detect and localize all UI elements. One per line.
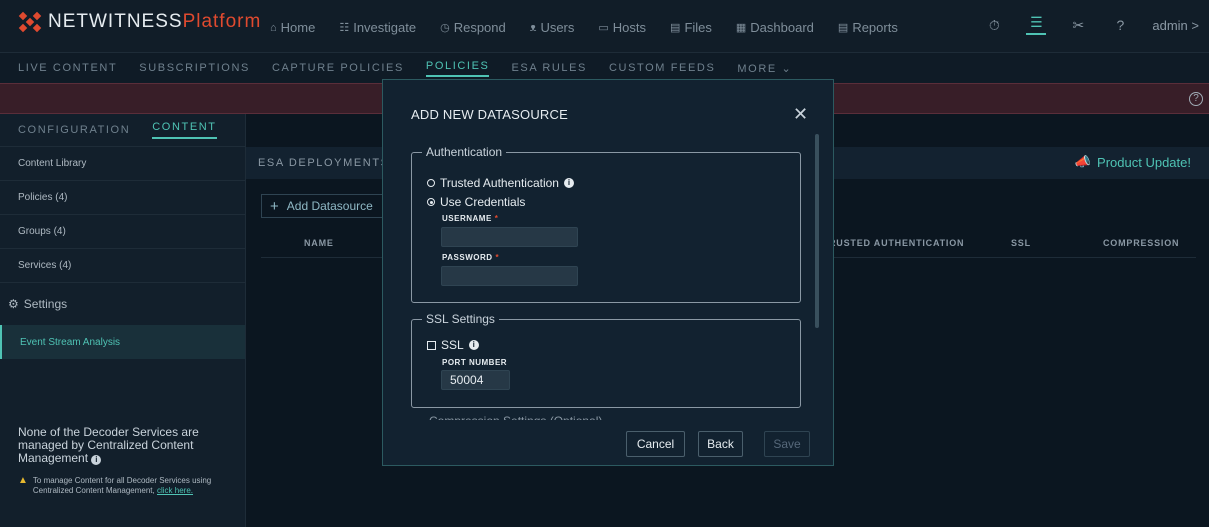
tab-configuration[interactable]: CONFIGURATION: [18, 124, 130, 136]
cc-management-note: None of the Decoder Services are managed…: [18, 425, 199, 465]
info-icon[interactable]: i: [91, 455, 102, 465]
dashboard-icon: ▦: [735, 22, 747, 34]
netwitness-logo[interactable]: NETWITNESSPlatform: [18, 11, 261, 33]
save-button[interactable]: Save: [764, 431, 810, 457]
investigate-icon: ☷: [339, 22, 350, 34]
dialog-title: ADD NEW DATASOURCE: [411, 107, 568, 122]
username-field[interactable]: [441, 227, 578, 247]
sidebar-item-policies[interactable]: Policies (4): [0, 181, 245, 215]
netwitness-logo-icon: [18, 11, 42, 33]
nav-hosts[interactable]: ▭ Hosts: [598, 20, 646, 35]
megaphone-icon: 📣: [1074, 154, 1092, 169]
port-number-label: PORT NUMBER: [442, 358, 508, 367]
sidebar-item-services[interactable]: Services (4): [0, 249, 245, 283]
password-field[interactable]: [441, 266, 578, 286]
nav-investigate[interactable]: ☷ Investigate: [339, 20, 416, 35]
reports-icon: ▤: [837, 22, 849, 34]
info-icon[interactable]: i: [468, 340, 479, 350]
column-header-trusted-auth[interactable]: RUSTED AUTHENTICATION: [829, 238, 964, 248]
top-right-tools: ⏱ ☰ ✂ ? admin >: [984, 14, 1199, 35]
close-icon[interactable]: ✕: [793, 104, 808, 125]
nav-home[interactable]: ⌂ Home: [270, 20, 315, 35]
radio-trusted-auth[interactable]: [427, 179, 435, 187]
ssl-option[interactable]: SSL i: [427, 338, 479, 352]
ssl-checkbox[interactable]: [427, 340, 436, 350]
use-credentials-option[interactable]: Use Credentials: [427, 195, 525, 209]
timer-icon[interactable]: ⏱: [984, 15, 1004, 35]
trusted-authentication-option[interactable]: Trusted Authentication i: [427, 176, 574, 190]
help-circle-icon[interactable]: ?: [1189, 92, 1203, 106]
subnav-policies[interactable]: POLICIES: [425, 60, 490, 77]
subnav-esa-rules[interactable]: ESA RULES: [511, 62, 587, 74]
subnav-custom-feeds[interactable]: CUSTOM FEEDS: [609, 62, 715, 74]
respond-icon: ◷: [440, 22, 450, 34]
subnav-live-content[interactable]: LIVE CONTENT: [18, 62, 117, 74]
esa-deployments-title: ESA DEPLOYMENTS: [258, 157, 390, 169]
hosts-icon: ▭: [598, 22, 609, 34]
cc-management-subnote: ▲ To manage Content for all Decoder Serv…: [18, 475, 212, 496]
sidebar-item-content-library[interactable]: Content Library: [0, 147, 245, 181]
column-header-ssl[interactable]: SSL: [1011, 238, 1031, 248]
username-label: USERNAME *: [442, 214, 499, 223]
nav-users[interactable]: ᴥ Users: [530, 20, 575, 35]
add-datasource-dialog: ADD NEW DATASOURCE ✕ Authentication Trus…: [382, 79, 834, 466]
users-icon: ᴥ: [529, 21, 537, 34]
sidebar-settings[interactable]: ⚙ Settings: [0, 283, 245, 325]
dialog-scrollbar[interactable]: [815, 134, 819, 328]
subnav-subscriptions[interactable]: SUBSCRIPTIONS: [139, 62, 250, 74]
sidebar: CONFIGURATION CONTENT Content Library Po…: [0, 114, 246, 527]
nav-dashboard[interactable]: ▦ Dashboard: [736, 20, 814, 35]
nav-files[interactable]: ▤ Files: [670, 20, 712, 35]
warning-icon: ▲: [18, 475, 28, 486]
brand-name: NETWITNESSPlatform: [48, 11, 262, 32]
add-datasource-button[interactable]: + Add Datasource: [261, 194, 391, 218]
sidebar-item-groups[interactable]: Groups (4): [0, 215, 245, 249]
subnav-more[interactable]: MORE ⌄: [737, 62, 792, 75]
column-header-compression[interactable]: COMPRESSION: [1103, 238, 1179, 248]
top-bar: NETWITNESSPlatform ⌂ Home ☷ Investigate ◷ R…: [0, 0, 1209, 53]
tools-icon[interactable]: ✂: [1068, 15, 1088, 35]
password-label: PASSWORD *: [442, 253, 500, 262]
admin-config-icon[interactable]: ☰: [1026, 14, 1047, 35]
nav-reports[interactable]: ▤ Reports: [838, 20, 898, 35]
info-icon[interactable]: i: [563, 178, 574, 188]
radio-use-credentials[interactable]: [427, 198, 435, 206]
plus-icon: +: [270, 197, 279, 215]
home-icon: ⌂: [270, 21, 277, 34]
back-button[interactable]: Back: [698, 431, 743, 457]
subnav-capture-policies[interactable]: CAPTURE POLICIES: [272, 62, 404, 74]
port-number-field[interactable]: 50004: [441, 370, 510, 390]
nav-respond[interactable]: ◷ Respond: [440, 20, 506, 35]
click-here-link[interactable]: click here.: [157, 486, 193, 495]
user-menu[interactable]: admin >: [1152, 18, 1199, 33]
sidebar-tabs: CONFIGURATION CONTENT: [0, 114, 245, 147]
sidebar-item-event-stream-analysis[interactable]: Event Stream Analysis: [0, 325, 245, 359]
files-icon: ▤: [670, 22, 681, 34]
help-icon[interactable]: ?: [1110, 15, 1130, 35]
main-nav: ⌂ Home ☷ Investigate ◷ Respond ᴥ Users ▭ Host…: [270, 20, 898, 35]
column-header-name[interactable]: NAME: [304, 238, 334, 248]
tab-content[interactable]: CONTENT: [152, 121, 217, 139]
gear-icon: ⚙: [8, 297, 19, 311]
cancel-button[interactable]: Cancel: [626, 431, 685, 457]
product-update-link[interactable]: 📣 Product Update!: [1075, 154, 1191, 170]
